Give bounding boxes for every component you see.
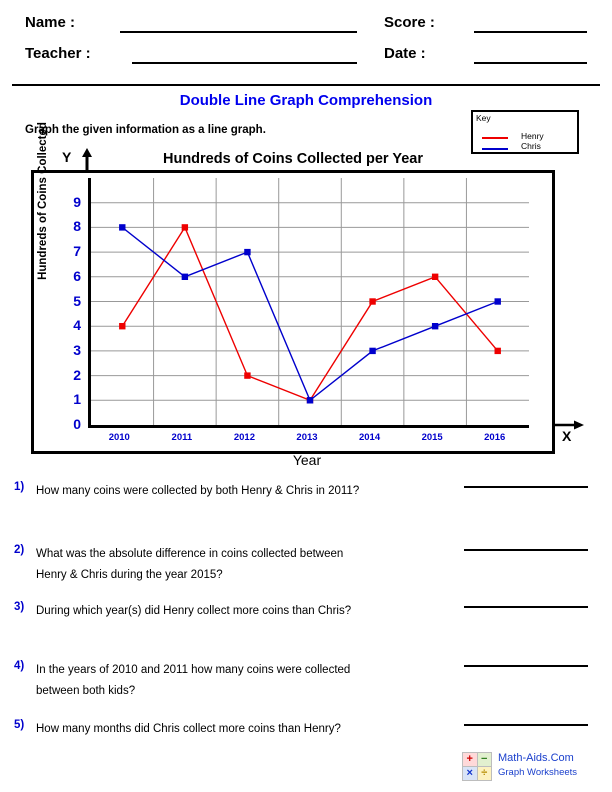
question-text: What was the absolute difference in coin…	[36, 544, 343, 586]
question-text-line: What was the absolute difference in coin…	[36, 548, 344, 560]
legend-swatch-henry	[482, 137, 508, 139]
date-label: Date :	[384, 45, 426, 62]
worksheet-header: Name : Teacher : Score : Date :	[0, 0, 612, 88]
footer-tagline: Graph Worksheets	[498, 767, 578, 778]
header-divider	[12, 84, 600, 86]
y-tick-label: 0	[73, 416, 81, 432]
y-tick-label: 2	[73, 366, 81, 383]
teacher-label: Teacher :	[25, 45, 91, 62]
page-title: Double Line Graph Comprehension	[179, 92, 433, 109]
logo-divide-icon: ÷	[477, 767, 491, 780]
legend-label-chris: Chris	[521, 141, 541, 151]
answer-field[interactable]	[464, 549, 588, 551]
footer-logo[interactable]: + − × ÷ Math-Aids.Com Graph Worksheets	[462, 752, 612, 786]
y-tick-label: 9	[73, 193, 81, 210]
y-tick-label: 4	[73, 317, 81, 334]
x-axis-label: Year	[292, 452, 322, 468]
plot-area	[88, 178, 529, 428]
question-number: 5)	[14, 719, 25, 731]
y-tick-label: 1	[73, 391, 81, 408]
question-text: How many months did Chris collect more c…	[36, 719, 341, 740]
answer-field[interactable]	[464, 724, 588, 726]
question-text: In the years of 2010 and 2011 how many c…	[36, 660, 350, 702]
x-tick-label: 2016	[484, 432, 506, 443]
y-tick-label: 8	[73, 218, 81, 235]
logo-minus-icon: −	[477, 753, 491, 766]
answer-field[interactable]	[464, 665, 588, 667]
x-tick-label: 2013	[296, 432, 318, 443]
legend-label-henry: Henry	[521, 131, 544, 141]
footer-site-name[interactable]: Math-Aids.Com	[498, 752, 574, 764]
x-axis-marker: X	[552, 418, 586, 446]
date-field[interactable]	[474, 62, 587, 64]
answer-field[interactable]	[464, 606, 588, 608]
line-chart-svg	[91, 178, 529, 425]
math-aids-logo-icon: + − × ÷	[462, 752, 492, 781]
question-number: 3)	[14, 601, 25, 613]
y-axis-label: Hundreds of Coins Collected	[37, 122, 49, 280]
name-label: Name :	[25, 14, 76, 31]
question-text: During which year(s) did Henry collect m…	[36, 601, 351, 622]
y-tick-label: 5	[73, 292, 81, 309]
legend-title: Key	[476, 113, 491, 123]
x-tick-label: 2012	[233, 432, 255, 443]
question-text-line: How many months did Chris collect more c…	[36, 723, 341, 735]
answer-field[interactable]	[464, 486, 588, 488]
instruction-text: Graph the given information as a line gr…	[25, 124, 266, 136]
y-tick-label: 3	[73, 341, 81, 358]
logo-times-icon: ×	[463, 767, 477, 780]
question-number: 1)	[14, 481, 25, 493]
legend-swatch-chris	[482, 148, 508, 150]
question-text-line: In the years of 2010 and 2011 how many c…	[36, 664, 351, 676]
teacher-field[interactable]	[132, 62, 357, 64]
logo-plus-icon: +	[463, 753, 477, 766]
chart-legend: Key Henry Chris	[471, 110, 579, 154]
question-text-line: between both kids?	[36, 685, 136, 697]
x-tick-label: 2014	[358, 432, 381, 443]
x-axis-letter: X	[562, 428, 572, 444]
score-label: Score :	[384, 14, 435, 31]
question-text-line: Henry & Chris during the year 2015?	[36, 569, 223, 581]
x-tick-label: 2011	[171, 432, 193, 443]
question-number: 2)	[14, 544, 25, 556]
y-tick-label: 7	[73, 243, 81, 260]
score-field[interactable]	[474, 31, 587, 33]
x-tick-label: 2015	[421, 432, 443, 443]
question-text-line: During which year(s) did Henry collect m…	[36, 605, 352, 617]
question-text-line: How many coins were collected by both He…	[36, 485, 360, 497]
y-tick-label: 6	[73, 267, 81, 284]
x-tick-label: 2010	[108, 432, 130, 443]
name-field[interactable]	[120, 31, 357, 33]
question-text: How many coins were collected by both He…	[36, 481, 359, 502]
chart-title: Hundreds of Coins Collected per Year	[163, 151, 423, 167]
question-number: 4)	[14, 660, 25, 672]
